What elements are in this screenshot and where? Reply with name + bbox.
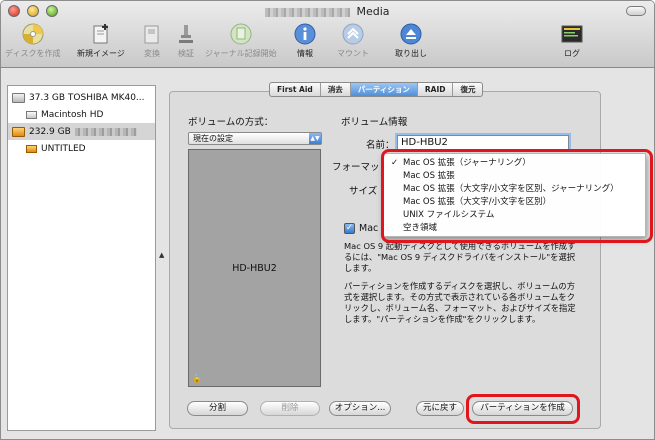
tab-raid[interactable]: RAID [418,83,454,96]
sidebar-item-macintosh-hd[interactable]: Macintosh HD [8,106,155,123]
button-highlight-annotation [466,394,580,424]
toolbar-toggle-button[interactable] [626,6,646,16]
help-text: パーティションを作成するディスクを選択し、ボリュームの方式を選択します。その方式… [344,281,576,324]
burn-disc-label: ディスクを作成 [5,49,61,58]
sidebar-item-label: 37.3 GB TOSHIBA MK40... [29,92,145,103]
tab-erase[interactable]: 消去 [321,83,351,96]
log-label: ログ [564,49,580,58]
volume-info-heading: ボリューム情報 [341,117,408,128]
volume-icon [26,110,37,119]
tab-partition[interactable]: パーティション [350,83,418,96]
log-button[interactable]: ログ [561,23,583,59]
volume-scheme-popup[interactable]: 現在の設定 ▲▼ [188,132,322,145]
delete-button[interactable]: 削除 [260,401,320,416]
lock-icon: 🔒 [192,374,202,383]
redacted-disk-name [74,127,137,136]
volume-scheme-heading: ボリュームの方式： [188,117,274,128]
burn-disc-button[interactable]: ディスクを作成 [5,23,60,59]
revert-button[interactable]: 元に戻す [416,401,464,416]
new-image-icon [93,24,108,44]
new-image-button[interactable]: 新規イメージ [77,23,125,59]
tab-restore[interactable]: 復元 [453,83,482,96]
sidebar-item-label: Macintosh HD [41,109,104,120]
os9-description: Mac OS 9 起動ディスクとして使用できるボリュームを作成するには、"Mac… [344,241,576,273]
external-disk-icon [12,126,25,137]
sidebar-item-internal-disk[interactable]: 37.3 GB TOSHIBA MK40... [8,89,155,106]
enable-journaling-icon [230,23,252,45]
sidebar-item-label: UNTITLED [41,143,86,154]
eject-icon [400,23,422,45]
toolbar: Media ディスクを作成 新規イメージ 変換 検証 ジャーナル記録開始 情報 … [1,1,654,68]
info-label: 情報 [297,49,313,58]
convert-label: 変換 [144,49,160,58]
verify-button[interactable]: 検証 [175,23,197,59]
new-image-label: 新規イメージ [77,49,125,58]
enable-journaling-button[interactable]: ジャーナル記録開始 [205,23,277,59]
burn-disc-icon [22,23,44,45]
eject-button[interactable]: 取り出し [395,23,427,59]
verify-microscope-icon [179,25,193,43]
options-button[interactable]: オプション... [329,401,391,416]
tab-bar: First Aid 消去 パーティション RAID 復元 [269,82,484,97]
splitter-handle-icon[interactable]: ▲ [159,251,164,259]
partition-volume-block[interactable]: HD-HBU2 [189,263,320,274]
mount-button[interactable]: マウント [337,23,369,59]
popup-arrows-icon: ▲▼ [309,133,321,144]
disk-sidebar: 37.3 GB TOSHIBA MK40... Macintosh HD 232… [7,85,156,431]
sidebar-item-label: 232.9 GB [29,126,71,137]
convert-icon [144,25,159,44]
eject-label: 取り出し [395,49,427,58]
enable-journaling-label: ジャーナル記録開始 [205,49,277,58]
mount-icon [342,23,364,45]
mac-os9-driver-checkbox[interactable]: ✓ [344,223,355,234]
hard-disk-icon [12,92,25,103]
mount-label: マウント [337,49,369,58]
window-title: Media [1,5,654,18]
size-label: サイズ [349,186,378,197]
partition-layout-map: HD-HBU2 🔒 [188,149,321,387]
verify-label: 検証 [178,49,194,58]
convert-button[interactable]: 変換 [141,23,163,59]
log-console-icon [561,25,583,43]
redacted-disk-name [265,7,351,17]
sidebar-item-external-disk[interactable]: 232.9 GB [8,123,155,140]
sidebar-item-untitled[interactable]: UNTITLED [8,140,155,157]
volume-scheme-value: 現在の設定 [193,134,233,143]
external-volume-icon [26,144,37,153]
disk-utility-window: Media ディスクを作成 新規イメージ 変換 検証 ジャーナル記録開始 情報 … [0,0,655,440]
menu-highlight-annotation [381,149,653,243]
info-button[interactable]: 情報 [294,23,316,59]
volume-name-input[interactable]: HD-HBU2 [397,135,569,150]
info-icon [294,23,316,45]
window-title-text: Media [356,5,390,18]
tab-first-aid[interactable]: First Aid [270,83,321,96]
split-button[interactable]: 分割 [187,401,248,416]
